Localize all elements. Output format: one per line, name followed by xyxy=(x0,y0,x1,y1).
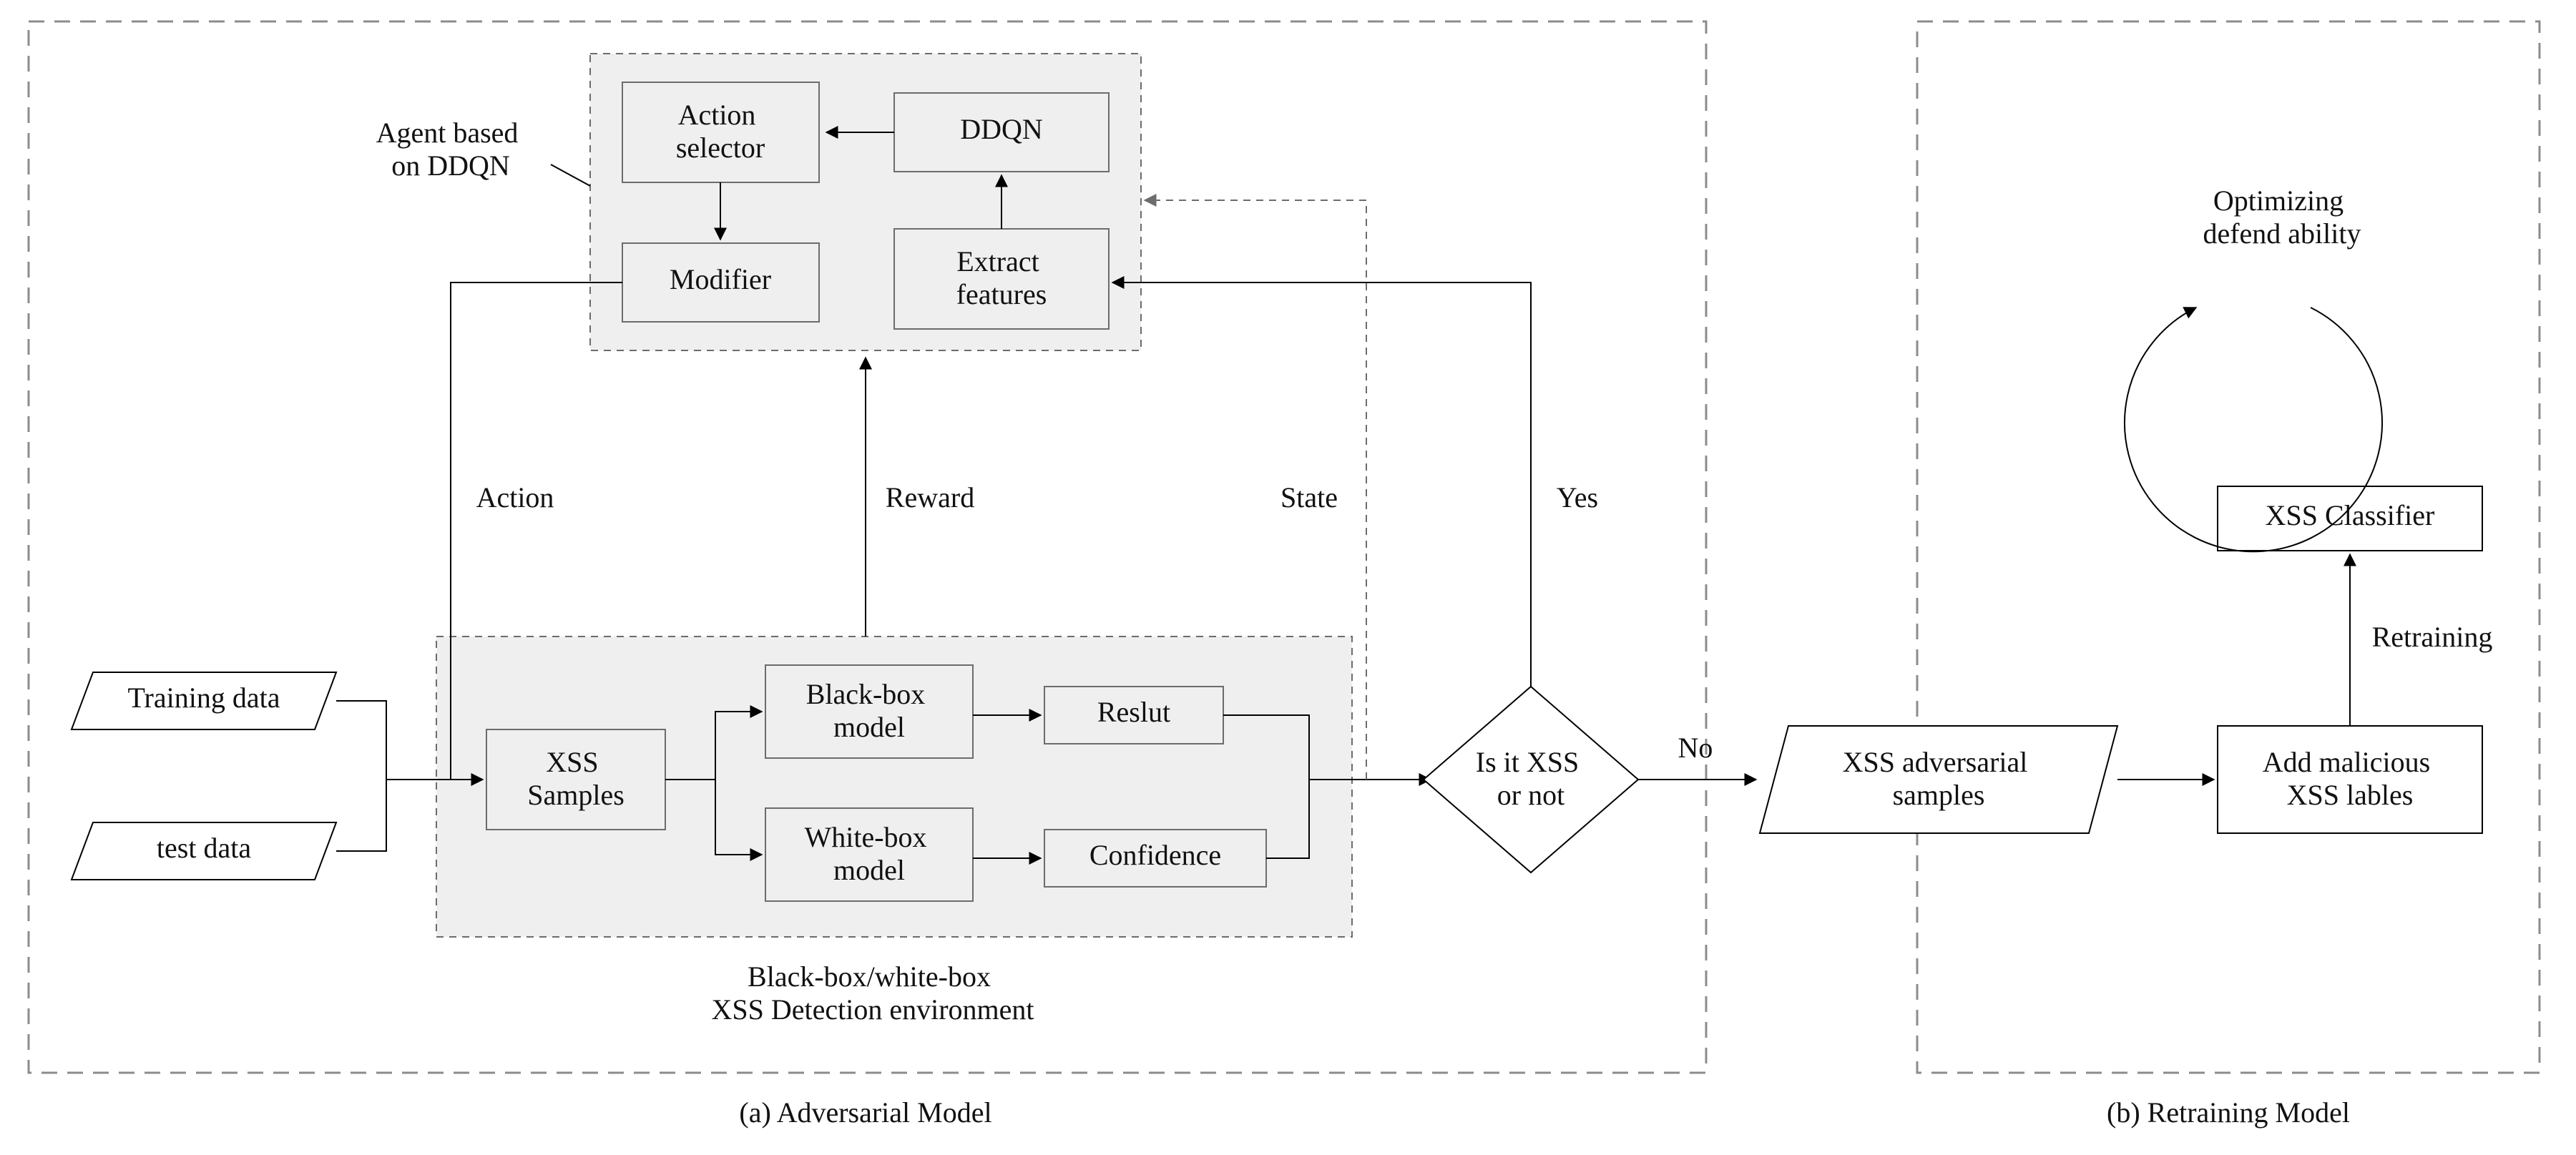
agent-title-leader xyxy=(551,164,590,186)
xss-classifier-label: XSS Classifier xyxy=(2266,499,2435,531)
action-selector-label: Action selector xyxy=(676,99,765,164)
modifier-label: Modifier xyxy=(670,263,771,295)
training-merge xyxy=(336,701,386,780)
reward-label: Reward xyxy=(886,481,974,513)
extract-features-label: Extract features xyxy=(956,245,1047,310)
confidence-label: Confidence xyxy=(1089,839,1221,871)
retraining-flow-label: Retraining xyxy=(2372,621,2493,653)
caption-b: (b) Retraining Model xyxy=(2107,1096,2350,1129)
ddqn-label: DDQN xyxy=(960,113,1043,145)
action-label: Action xyxy=(476,481,554,513)
state-label: State xyxy=(1280,481,1338,513)
test-merge xyxy=(336,780,386,851)
env-title: Black-box/white-box XSS Detection enviro… xyxy=(711,960,1034,1026)
result-label: Reslut xyxy=(1097,696,1170,728)
yes-label: Yes xyxy=(1557,481,1598,513)
caption-a: (a) Adversarial Model xyxy=(739,1096,991,1129)
training-data-label: Training data xyxy=(128,682,280,714)
diagram-canvas: Agent based on DDQN Action selector DDQN… xyxy=(0,0,2576,1155)
optimize-label: Optimizing defend ability xyxy=(2203,185,2361,250)
test-data-label: test data xyxy=(157,832,251,864)
add-labels-label: Add malicious XSS lables xyxy=(2263,746,2437,811)
no-label: No xyxy=(1678,732,1713,764)
agent-title: Agent based on DDQN xyxy=(376,117,526,182)
